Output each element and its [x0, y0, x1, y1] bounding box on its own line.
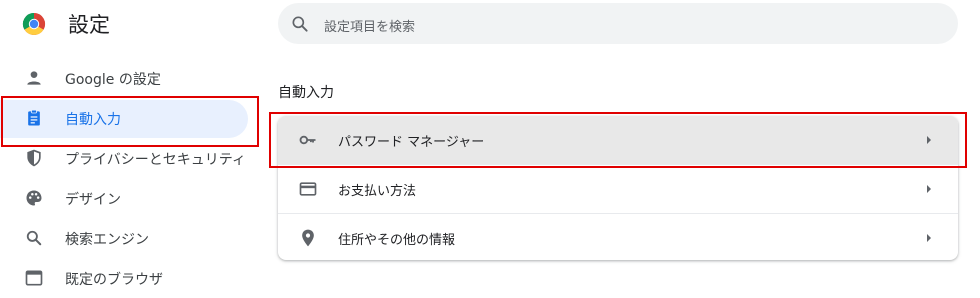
key-icon	[299, 135, 316, 145]
search-icon	[292, 16, 308, 32]
palette-icon	[26, 190, 42, 206]
chevron-right-icon	[927, 234, 931, 242]
sidebar-item-privacy-security[interactable]: プライバシーとセキュリティ	[0, 138, 260, 178]
autofill-card: パスワード マネージャー お支払い方法 住所やその他の情報	[278, 116, 958, 260]
sidebar-item-label: Google の設定	[65, 72, 161, 88]
sidebar-item-label: 既定のブラウザ	[65, 272, 163, 288]
browser-window-icon	[25, 270, 43, 286]
row-label: お支払い方法	[338, 184, 417, 199]
page-title: 設定	[68, 13, 110, 37]
sidebar-item-label: デザイン	[65, 192, 121, 208]
sidebar-item-autofill[interactable]: 自動入力	[0, 98, 260, 138]
search-placeholder: 設定項目を検索	[324, 20, 416, 35]
sidebar-item-label: プライバシーとセキュリティ	[65, 152, 246, 168]
payment-methods-row[interactable]: お支払い方法	[278, 165, 958, 213]
sidebar: Google の設定 自動入力 プライバシーとセキュリティ デザイン 検索エンジ…	[0, 58, 260, 298]
row-label: 住所やその他の情報	[338, 233, 456, 248]
password-manager-row[interactable]: パスワード マネージャー	[278, 116, 958, 164]
row-label: パスワード マネージャー	[338, 135, 485, 150]
shield-icon	[27, 149, 41, 167]
sidebar-item-google-settings[interactable]: Google の設定	[0, 58, 260, 98]
sidebar-item-default-browser[interactable]: 既定のブラウザ	[0, 258, 260, 298]
sidebar-item-label: 自動入力	[65, 112, 121, 128]
clipboard-icon	[28, 109, 40, 126]
section-title: 自動入力	[278, 85, 334, 101]
chrome-logo-icon	[22, 12, 46, 36]
sidebar-item-search-engine[interactable]: 検索エンジン	[0, 218, 260, 258]
chevron-right-icon	[927, 136, 931, 144]
search-input[interactable]: 設定項目を検索	[278, 3, 958, 44]
chevron-right-icon	[927, 185, 931, 193]
credit-card-icon	[299, 182, 317, 196]
sidebar-item-appearance[interactable]: デザイン	[0, 178, 260, 218]
addresses-row[interactable]: 住所やその他の情報	[278, 214, 958, 262]
person-icon	[27, 71, 41, 85]
search-icon	[26, 230, 42, 246]
location-pin-icon	[302, 229, 314, 247]
sidebar-item-label: 検索エンジン	[65, 232, 149, 248]
